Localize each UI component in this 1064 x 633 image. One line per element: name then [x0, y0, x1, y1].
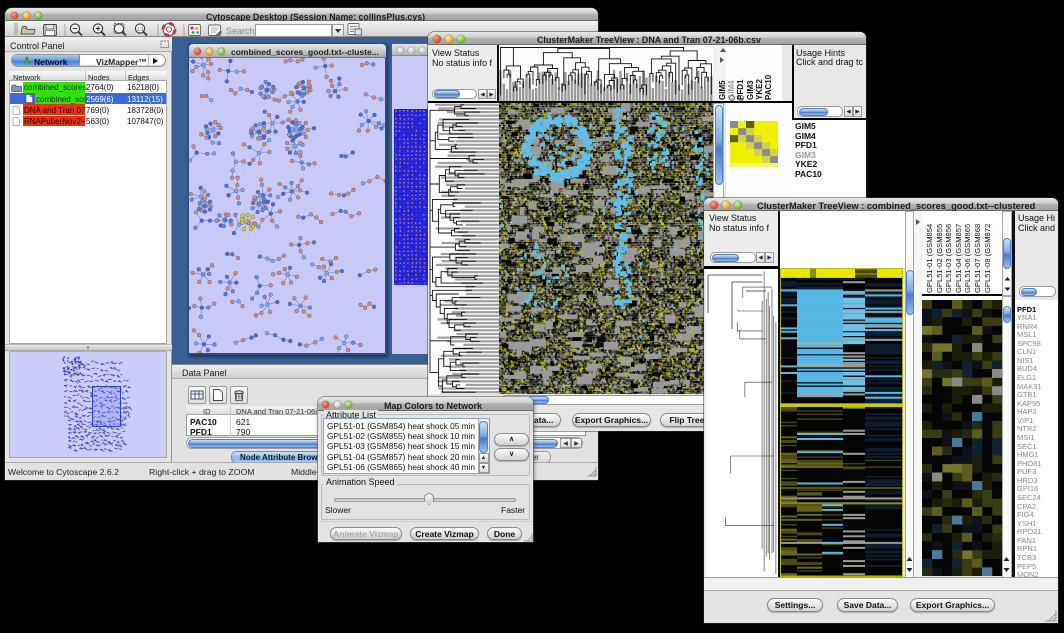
svg-text:1:1: 1:1 [137, 26, 144, 31]
